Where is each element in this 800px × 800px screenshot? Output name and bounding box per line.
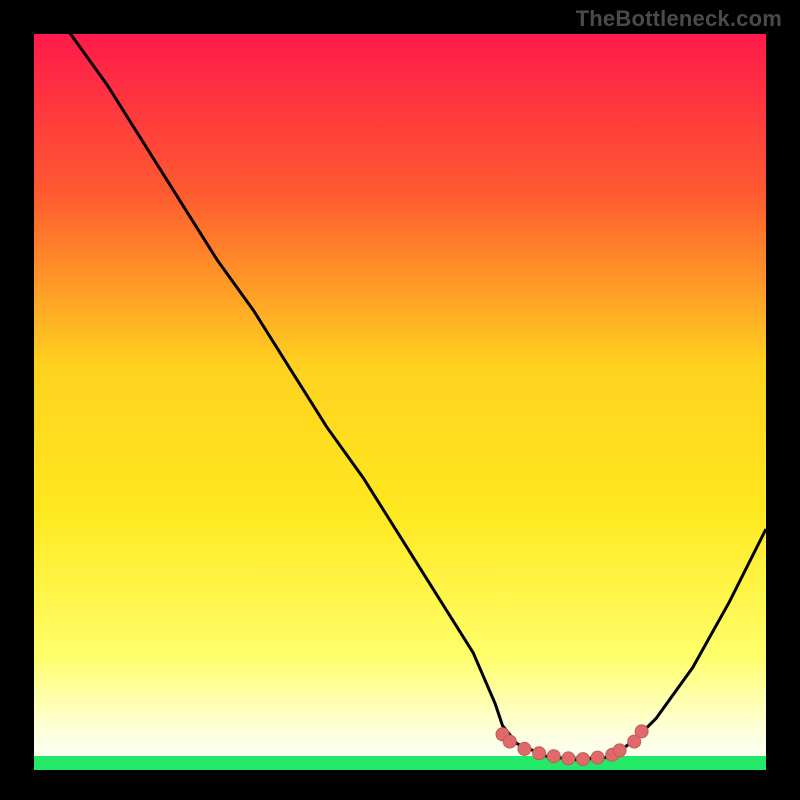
bottleneck-chart [0,0,800,800]
marker-point [591,751,604,764]
marker-point [577,753,590,766]
marker-point [547,750,560,763]
green-band [34,756,766,770]
chart-stage: TheBottleneck.com [0,0,800,800]
marker-point [613,744,626,757]
watermark-label: TheBottleneck.com [576,6,782,32]
marker-point [533,747,546,760]
marker-point [562,752,575,765]
marker-point [518,742,531,755]
marker-point [503,735,516,748]
marker-point [635,725,648,738]
